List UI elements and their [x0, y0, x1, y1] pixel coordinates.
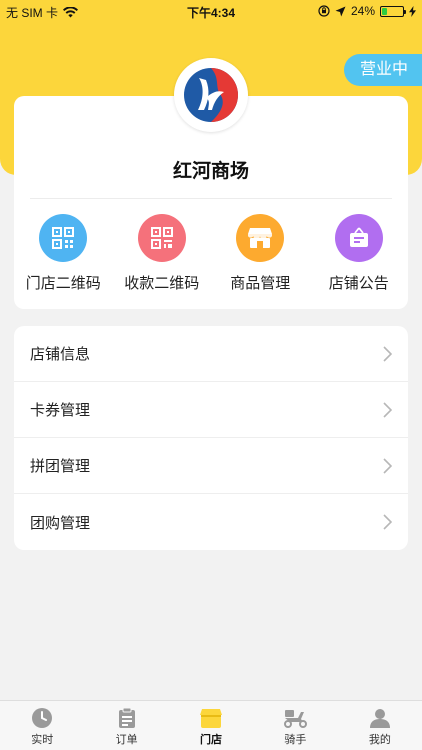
tab-realtime[interactable]: 实时 — [0, 701, 84, 750]
menu-item-label: 店铺信息 — [30, 346, 91, 363]
tab-rider[interactable]: 骑手 — [253, 701, 337, 750]
menu-item-coupon-management[interactable]: 卡券管理 — [14, 382, 408, 438]
user-icon — [369, 709, 390, 728]
store-name: 红河商场 — [172, 161, 249, 182]
business-status-badge[interactable]: 营业中 — [343, 54, 422, 86]
tab-label: 门店 — [200, 734, 223, 746]
orientation-lock-icon — [318, 5, 330, 17]
quick-action-label: 门店二维码 — [25, 275, 101, 292]
tab-label: 订单 — [115, 734, 138, 746]
charging-bolt-icon — [409, 5, 416, 17]
quick-action-product-management[interactable]: 商品管理 — [211, 214, 310, 293]
menu-item-label: 团购管理 — [30, 514, 91, 532]
menu-item-label: 拼团管理 — [30, 458, 91, 475]
scooter-icon — [284, 710, 308, 728]
divider — [30, 198, 392, 199]
quick-action-label: 收款二维码 — [124, 275, 200, 292]
battery-fill — [382, 7, 387, 15]
menu-item-label: 卡券管理 — [30, 402, 91, 419]
battery-percent: 24% — [350, 4, 375, 18]
qr-code-icon — [39, 214, 88, 262]
quick-action-store-announcement[interactable]: 店铺公告 — [310, 214, 409, 293]
chevron-right-icon — [383, 514, 392, 530]
clock-icon — [32, 708, 53, 728]
store-logo-mark — [184, 68, 238, 122]
quick-actions: 门店二维码 收款二维码 商品管理 店铺公告 — [14, 214, 408, 293]
tab-label: 我的 — [368, 734, 391, 746]
tab-bar: 实时 订单 门店 骑手 我的 — [0, 700, 422, 750]
tab-store[interactable]: 门店 — [169, 701, 253, 750]
battery-icon — [380, 5, 406, 17]
menu-item-store-info[interactable]: 店铺信息 — [14, 326, 408, 382]
location-arrow-icon — [335, 6, 346, 16]
status-bar: 无 SIM 卡 下午4:34 24% — [0, 0, 422, 22]
quick-action-label: 店铺公告 — [328, 275, 389, 292]
menu-item-team-purchase-management[interactable]: 团购管理 — [14, 494, 408, 550]
quick-action-payment-qr[interactable]: 收款二维码 — [113, 214, 212, 293]
menu-item-group-buy-management[interactable]: 拼团管理 — [14, 438, 408, 494]
store-logo — [174, 58, 248, 132]
quick-action-label: 商品管理 — [230, 275, 291, 292]
chevron-right-icon — [383, 402, 392, 418]
tab-label: 实时 — [31, 734, 54, 746]
payment-qr-icon — [137, 214, 186, 262]
tab-mine[interactable]: 我的 — [338, 701, 422, 750]
store-menu: 店铺信息 卡券管理 拼团管理 团购管理 — [14, 326, 408, 550]
announcement-icon — [334, 214, 383, 262]
chevron-right-icon — [383, 458, 392, 474]
chevron-right-icon — [383, 346, 392, 362]
tab-label: 骑手 — [284, 734, 307, 746]
store-icon — [200, 709, 223, 728]
shop-icon — [236, 214, 285, 262]
clipboard-icon — [118, 707, 135, 728]
quick-action-store-qr[interactable]: 门店二维码 — [14, 214, 113, 293]
tab-orders[interactable]: 订单 — [84, 701, 168, 750]
